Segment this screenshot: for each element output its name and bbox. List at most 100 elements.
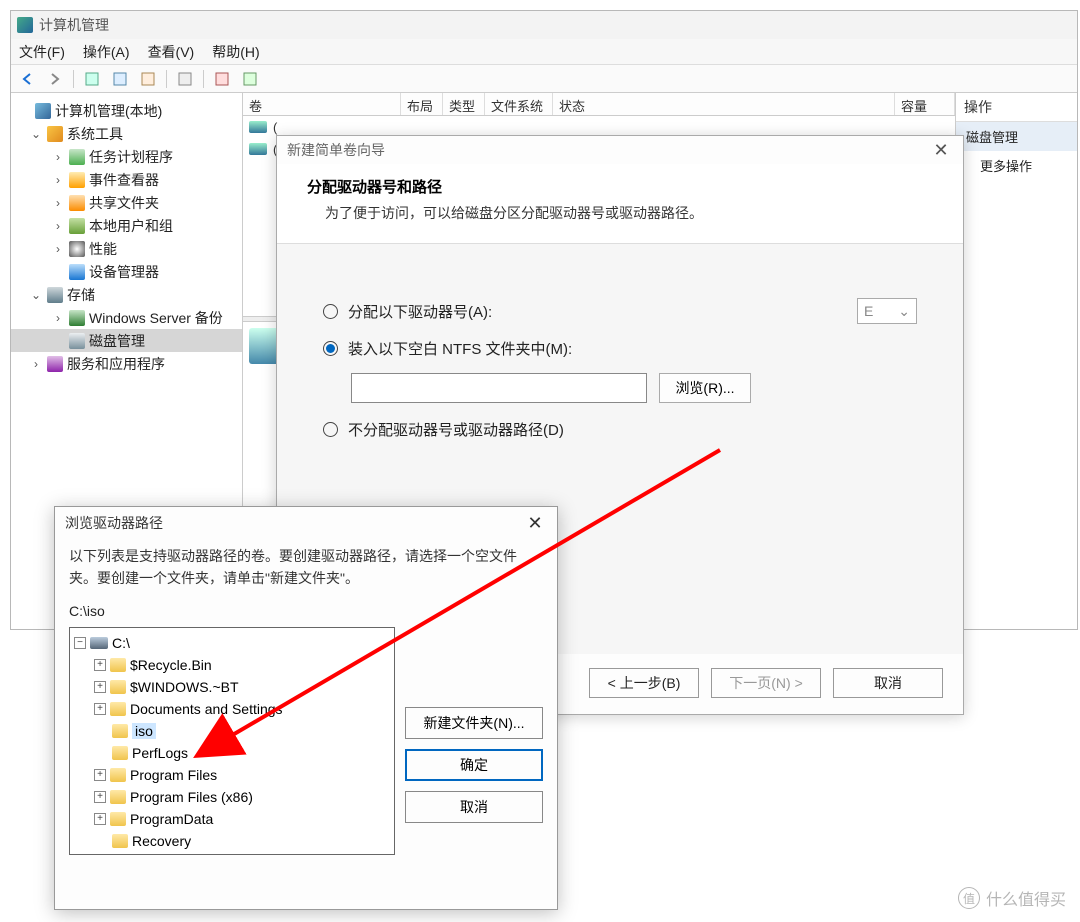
menu-file[interactable]: 文件(F) bbox=[19, 42, 65, 62]
tb-icon-6[interactable] bbox=[238, 68, 262, 90]
toolbar bbox=[11, 65, 1077, 93]
ok-button[interactable]: 确定 bbox=[405, 749, 543, 781]
option-no-assign[interactable]: 不分配驱动器号或驱动器路径(D) bbox=[323, 419, 917, 440]
tb-icon-2[interactable] bbox=[108, 68, 132, 90]
tree-folder[interactable]: +$Recycle.Bin bbox=[72, 654, 392, 676]
col-fs[interactable]: 文件系统 bbox=[485, 93, 553, 115]
volume-icon bbox=[249, 143, 267, 155]
titlebar: 计算机管理 bbox=[11, 11, 1077, 39]
tree-users[interactable]: ›本地用户和组 bbox=[11, 214, 242, 237]
next-button[interactable]: 下一页(N) > bbox=[711, 668, 821, 698]
tb-icon-5[interactable] bbox=[210, 68, 234, 90]
mount-path-input[interactable] bbox=[351, 373, 647, 403]
col-status[interactable]: 状态 bbox=[553, 93, 895, 115]
tb-icon-1[interactable] bbox=[80, 68, 104, 90]
menu-action[interactable]: 操作(A) bbox=[83, 42, 130, 62]
cancel-button[interactable]: 取消 bbox=[405, 791, 543, 823]
tree-folder[interactable]: PerfLogs bbox=[72, 742, 392, 764]
grid-header: 卷 布局 类型 文件系统 状态 容量 bbox=[243, 93, 955, 116]
separator bbox=[203, 70, 204, 88]
tb-icon-3[interactable] bbox=[136, 68, 160, 90]
folder-icon bbox=[112, 724, 128, 738]
browse-title: 浏览驱动器路径 bbox=[65, 513, 163, 533]
tree-folder[interactable]: +Program Files bbox=[72, 764, 392, 786]
back-button[interactable]: < 上一步(B) bbox=[589, 668, 699, 698]
menubar: 文件(F) 操作(A) 查看(V) 帮助(H) bbox=[11, 39, 1077, 65]
tree-perf[interactable]: ›性能 bbox=[11, 237, 242, 260]
folder-icon bbox=[110, 790, 126, 804]
tree-folder[interactable]: +$WINDOWS.~BT bbox=[72, 676, 392, 698]
browse-description: 以下列表是支持驱动器路径的卷。要创建驱动器路径，请选择一个空文件夹。要创建一个文… bbox=[55, 539, 557, 603]
plus-icon[interactable]: + bbox=[94, 703, 106, 715]
folder-tree[interactable]: −C:\ +$Recycle.Bin +$WINDOWS.~BT +Docume… bbox=[69, 627, 395, 855]
col-layout[interactable]: 布局 bbox=[401, 93, 443, 115]
tree-share[interactable]: ›共享文件夹 bbox=[11, 191, 242, 214]
wizard-footer: < 上一步(B) 下一页(N) > 取消 bbox=[589, 668, 943, 698]
minus-icon[interactable]: − bbox=[74, 637, 86, 649]
browse-titlebar: 浏览驱动器路径 ✕ bbox=[55, 507, 557, 539]
tree-devmgr[interactable]: 设备管理器 bbox=[11, 260, 242, 283]
folder-icon bbox=[110, 768, 126, 782]
wizard-header: 分配驱动器号和路径 为了便于访问，可以给磁盘分区分配驱动器号或驱动器路径。 bbox=[277, 164, 963, 244]
action-pane: 操作 磁盘管理 更多操作 bbox=[955, 93, 1077, 629]
tree-folder[interactable]: Recovery bbox=[72, 830, 392, 852]
folder-icon bbox=[112, 834, 128, 848]
tree-storage[interactable]: ⌄存储 bbox=[11, 283, 242, 306]
browse-buttons: 新建文件夹(N)... 确定 取消 bbox=[405, 627, 543, 855]
tree-folder[interactable]: +ProgramData bbox=[72, 808, 392, 830]
option-assign-letter[interactable]: 分配以下驱动器号(A): E⌄ bbox=[323, 298, 917, 324]
action-more[interactable]: 更多操作 bbox=[956, 151, 1077, 180]
tree-root[interactable]: 计算机管理(本地) bbox=[11, 99, 242, 122]
separator bbox=[166, 70, 167, 88]
tree-folder[interactable]: +Documents and Settings bbox=[72, 698, 392, 720]
drive-letter-combo[interactable]: E⌄ bbox=[857, 298, 917, 324]
tree-folder-iso[interactable]: iso bbox=[72, 720, 392, 742]
plus-icon[interactable]: + bbox=[94, 813, 106, 825]
col-volume[interactable]: 卷 bbox=[243, 93, 401, 115]
forward-button[interactable] bbox=[43, 68, 67, 90]
volume-icon bbox=[249, 121, 267, 133]
action-diskmgmt[interactable]: 磁盘管理 bbox=[956, 122, 1077, 151]
folder-icon bbox=[110, 658, 126, 672]
tree-services[interactable]: ›服务和应用程序 bbox=[11, 352, 242, 375]
back-button[interactable] bbox=[15, 68, 39, 90]
menu-view[interactable]: 查看(V) bbox=[148, 42, 195, 62]
tree-folder[interactable]: +Program Files (x86) bbox=[72, 786, 392, 808]
tree-diskmgmt[interactable]: 磁盘管理 bbox=[11, 329, 242, 352]
app-icon bbox=[17, 17, 33, 33]
tb-icon-4[interactable] bbox=[173, 68, 197, 90]
wizard-title: 新建简单卷向导 bbox=[287, 140, 385, 160]
plus-icon[interactable]: + bbox=[94, 681, 106, 693]
separator bbox=[73, 70, 74, 88]
browse-dialog: 浏览驱动器路径 ✕ 以下列表是支持驱动器路径的卷。要创建驱动器路径，请选择一个空… bbox=[54, 506, 558, 910]
tree-systools[interactable]: ⌄系统工具 bbox=[11, 122, 242, 145]
tree-drive-c[interactable]: −C:\ bbox=[72, 632, 392, 654]
folder-icon bbox=[110, 702, 126, 716]
drive-icon bbox=[90, 637, 108, 649]
newfolder-button[interactable]: 新建文件夹(N)... bbox=[405, 707, 543, 739]
action-header: 操作 bbox=[956, 93, 1077, 122]
plus-icon[interactable]: + bbox=[94, 791, 106, 803]
browse-button[interactable]: 浏览(R)... bbox=[659, 373, 751, 403]
wizard-close-icon[interactable]: ✕ bbox=[929, 140, 953, 161]
folder-icon bbox=[110, 680, 126, 694]
radio-icon[interactable] bbox=[323, 304, 338, 319]
browse-close-icon[interactable]: ✕ bbox=[523, 513, 547, 534]
tree-wsbackup[interactable]: ›Windows Server 备份 bbox=[11, 306, 242, 329]
menu-help[interactable]: 帮助(H) bbox=[212, 42, 259, 62]
radio-icon[interactable] bbox=[323, 422, 338, 437]
window-title: 计算机管理 bbox=[39, 15, 109, 35]
chevron-down-icon: ⌄ bbox=[898, 303, 910, 320]
folder-icon bbox=[110, 812, 126, 826]
plus-icon[interactable]: + bbox=[94, 769, 106, 781]
radio-icon[interactable] bbox=[323, 341, 338, 356]
col-capacity[interactable]: 容量 bbox=[895, 93, 955, 115]
browse-path: C:\iso bbox=[55, 603, 557, 627]
plus-icon[interactable]: + bbox=[94, 659, 106, 671]
cancel-button[interactable]: 取消 bbox=[833, 668, 943, 698]
col-type[interactable]: 类型 bbox=[443, 93, 485, 115]
option-mount-folder[interactable]: 装入以下空白 NTFS 文件夹中(M): bbox=[323, 338, 917, 359]
disk-icon bbox=[249, 328, 279, 364]
tree-event[interactable]: ›事件查看器 bbox=[11, 168, 242, 191]
tree-task[interactable]: ›任务计划程序 bbox=[11, 145, 242, 168]
